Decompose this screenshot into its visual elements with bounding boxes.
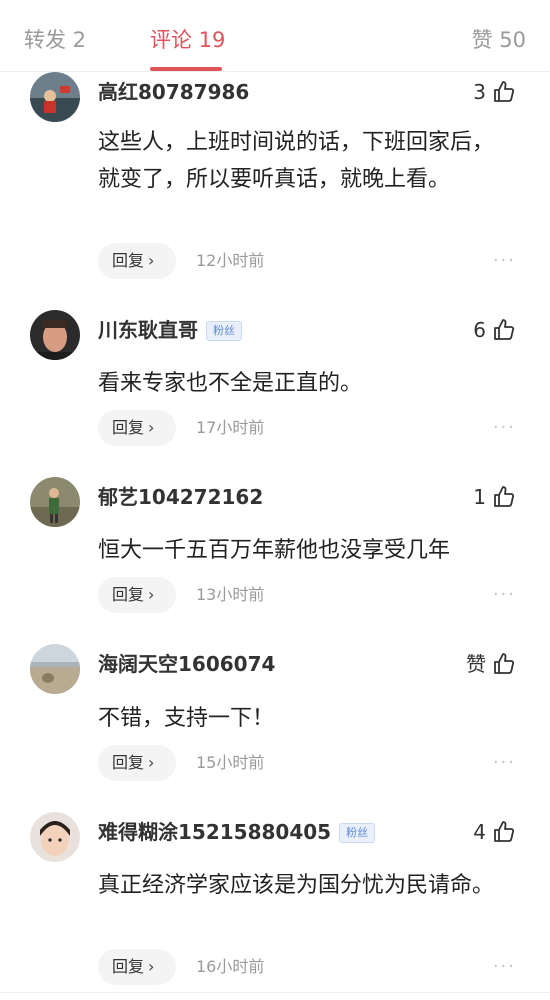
thumbs-up-icon xyxy=(492,652,516,676)
comment-time: 13小时前 xyxy=(196,585,265,604)
more-options-button[interactable]: ··· xyxy=(493,577,516,613)
thumbs-up-icon xyxy=(492,318,516,342)
more-options-button[interactable]: ··· xyxy=(493,949,516,985)
reply-button[interactable]: 回复 › xyxy=(98,949,176,985)
like-button[interactable]: 6 xyxy=(473,317,516,343)
like-button[interactable]: 赞 xyxy=(466,651,516,677)
reply-button[interactable]: 回复 › xyxy=(98,243,176,279)
like-button[interactable]: 4 xyxy=(473,819,516,845)
chevron-right-icon: › xyxy=(148,418,155,437)
chevron-right-icon: › xyxy=(148,251,155,270)
like-count: 1 xyxy=(473,485,486,509)
reply-button[interactable]: 回复 › xyxy=(98,745,176,781)
like-count: 4 xyxy=(473,820,486,844)
tab-comments[interactable]: 评论 19 xyxy=(150,26,225,54)
comment-text: 不错，支持一下！ xyxy=(98,706,275,731)
reply-label: 回复 xyxy=(112,753,145,772)
comment-text: 真正经济学家应该是为国分忧为民请命。 xyxy=(98,873,495,898)
divider xyxy=(0,992,550,993)
reply-button[interactable]: 回复 › xyxy=(98,410,176,446)
thumbs-up-icon xyxy=(492,485,516,509)
comment-text: 这些人，上班时间说的话，下班回家后，就变了，所以要听真话，就晚上看。 xyxy=(98,130,495,192)
active-tab-indicator xyxy=(150,67,222,71)
like-button[interactable]: 1 xyxy=(473,484,516,510)
like-count: 3 xyxy=(473,80,486,104)
comment-time: 16小时前 xyxy=(196,957,265,976)
chevron-right-icon: › xyxy=(148,585,155,604)
like-count: 赞 xyxy=(466,652,486,676)
tab-bar: 转发 2 评论 19 赞 50 xyxy=(0,0,550,72)
reply-label: 回复 xyxy=(112,251,145,270)
avatar[interactable] xyxy=(30,477,80,527)
chevron-right-icon: › xyxy=(148,957,155,976)
comment-author[interactable]: 高红80787986 xyxy=(98,79,249,105)
thumbs-up-icon xyxy=(492,80,516,104)
reply-label: 回复 xyxy=(112,957,145,976)
comment-text: 看来专家也不全是正直的。 xyxy=(98,371,363,396)
tab-reposts[interactable]: 转发 2 xyxy=(24,26,86,54)
comment-author[interactable]: 海阔天空1606074 xyxy=(98,651,275,677)
like-count: 6 xyxy=(473,318,486,342)
avatar[interactable] xyxy=(30,72,80,122)
chevron-right-icon: › xyxy=(148,753,155,772)
reply-button[interactable]: 回复 › xyxy=(98,577,176,613)
tab-likes[interactable]: 赞 50 xyxy=(472,26,526,54)
thumbs-up-icon xyxy=(492,820,516,844)
comment-time: 12小时前 xyxy=(196,251,265,270)
reply-label: 回复 xyxy=(112,585,145,604)
comments-page: 转发 2 评论 19 赞 50 高红80787986 3 这些人，上班时间说的话… xyxy=(0,0,550,1000)
more-options-button[interactable]: ··· xyxy=(493,410,516,446)
comment-author[interactable]: 难得糊涂15215880405 粉丝 xyxy=(98,819,376,845)
comment-time: 17小时前 xyxy=(196,418,265,437)
reply-label: 回复 xyxy=(112,418,145,437)
comment-text: 恒大一千五百万年薪他也没享受几年 xyxy=(98,538,451,563)
comment-author[interactable]: 川东耿直哥 粉丝 xyxy=(98,317,242,343)
like-button[interactable]: 3 xyxy=(473,79,516,105)
avatar[interactable] xyxy=(30,310,80,360)
avatar[interactable] xyxy=(30,644,80,694)
author-name: 川东耿直哥 xyxy=(98,318,198,342)
more-options-button[interactable]: ··· xyxy=(493,243,516,279)
fan-badge: 粉丝 xyxy=(206,321,242,341)
avatar[interactable] xyxy=(30,812,80,862)
more-options-button[interactable]: ··· xyxy=(493,745,516,781)
comment-author[interactable]: 郁艺104272162 xyxy=(98,484,263,510)
fan-badge: 粉丝 xyxy=(339,823,376,843)
author-name: 难得糊涂15215880405 xyxy=(98,820,332,844)
comment-time: 15小时前 xyxy=(196,753,265,772)
